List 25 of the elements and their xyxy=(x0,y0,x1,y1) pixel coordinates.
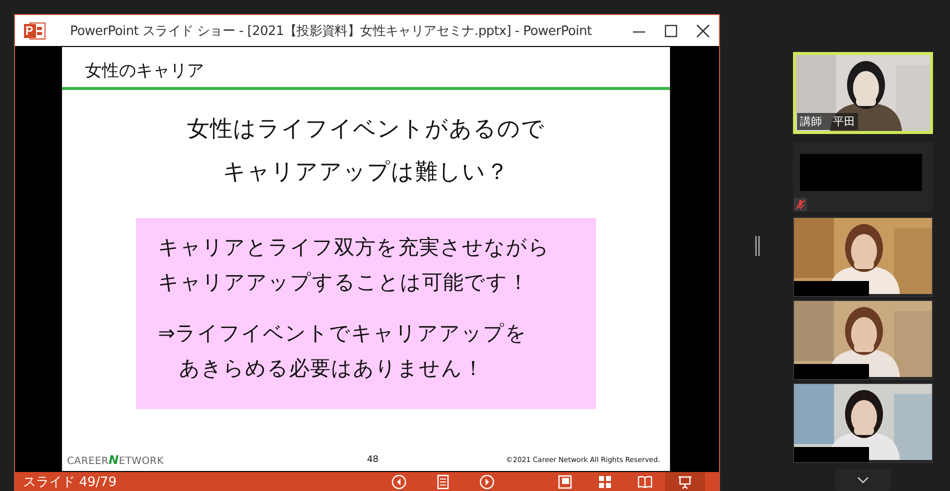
grid-view-icon xyxy=(597,474,613,490)
company-logo: CAREERNETWORK xyxy=(67,453,165,467)
resize-handle-icon[interactable] xyxy=(755,236,760,256)
callout-text: ⇒ライフイベントでキャリアアップを xyxy=(158,321,528,346)
callout-text: キャリアアップすることは可能です！ xyxy=(158,270,530,295)
participant-name: 講師 平田 xyxy=(797,113,858,130)
powerpoint-app-icon xyxy=(24,22,46,40)
slide-heading: 女性のキャリア xyxy=(84,60,205,79)
next-slide-icon xyxy=(479,474,495,490)
page-number: 48 xyxy=(367,455,378,465)
slide-question: 女性はライフイベントがあるので xyxy=(187,116,545,142)
window-title: PowerPoint スライド ショー - [2021【投影資料】女性キャリアセミナ.pptx] - PowerPoint xyxy=(70,22,592,40)
book-icon xyxy=(637,474,653,490)
notes-page-icon xyxy=(435,474,451,490)
view-button[interactable] xyxy=(665,472,705,491)
callout-text: あきらめる必要はありません！ xyxy=(178,356,485,381)
projector-screen-icon xyxy=(677,474,693,490)
maximize-icon[interactable] xyxy=(664,24,678,38)
callout-text: キャリアとライフ双方を充実させながら xyxy=(158,235,551,260)
close-icon[interactable] xyxy=(696,24,710,38)
slide-question: キャリアアップは難しい？ xyxy=(223,159,509,185)
chevron-down-icon xyxy=(857,476,869,484)
slide-counter: スライド 49/79 xyxy=(23,474,117,490)
previous-slide-icon xyxy=(391,474,407,490)
normal-view-icon xyxy=(557,474,573,490)
